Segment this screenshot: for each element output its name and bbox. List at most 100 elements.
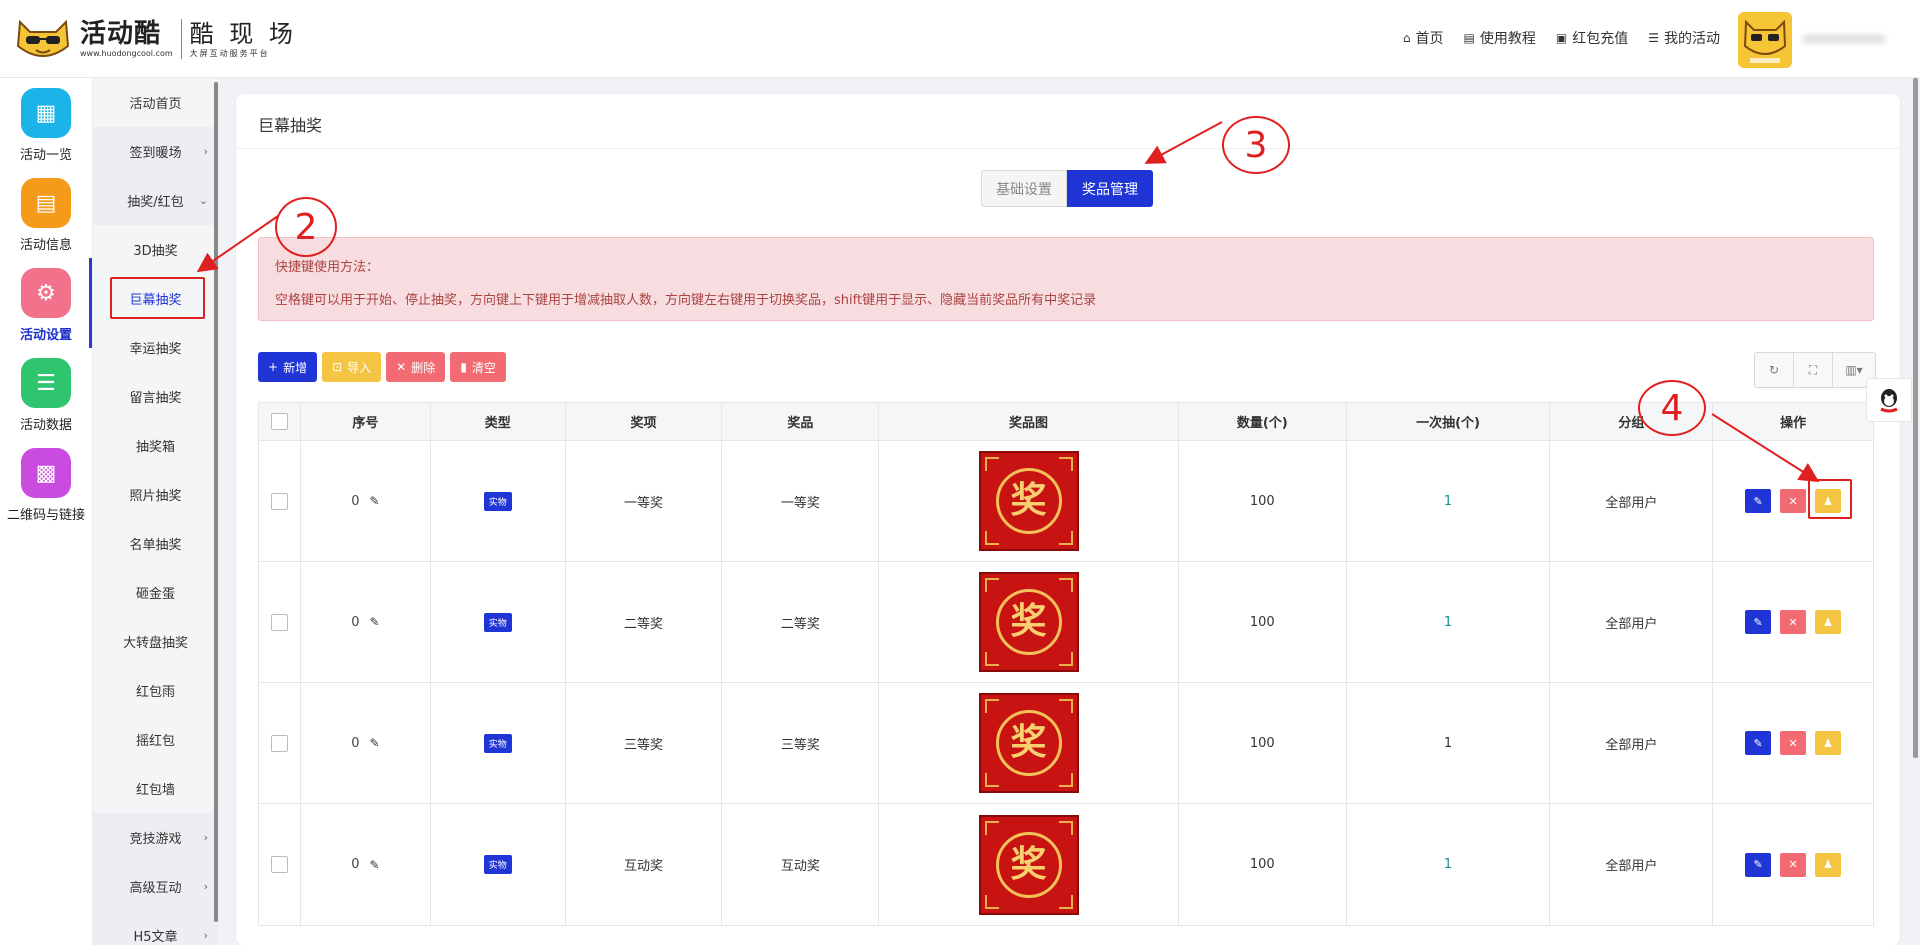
button-label: 导入 — [347, 360, 372, 375]
pencil-icon[interactable]: ✎ — [369, 858, 379, 872]
submenu-item[interactable]: 砸金蛋 — [93, 568, 218, 617]
refresh-icon[interactable]: ↻ — [1754, 352, 1794, 388]
sidebar-label: 二维码与链接 — [6, 508, 85, 523]
submenu-item[interactable]: 留言抽奖 — [93, 372, 218, 421]
submenu-label: 摇红包 — [135, 734, 175, 749]
winners-button[interactable]: ♟ — [1815, 731, 1842, 755]
delete-row-button[interactable]: ✕ — [1780, 731, 1807, 755]
prize-glyph: 奖 — [1010, 480, 1047, 521]
sidebar-item-qrcode[interactable]: ▩ 二维码与链接 — [0, 438, 92, 528]
edit-button[interactable]: ✎ — [1745, 852, 1772, 877]
cell: 实物 — [431, 683, 566, 803]
top-header: 活动酷 www.huodongcool.com 酷 现 场 大屏互动服务平台 ⌂… — [0, 0, 1920, 78]
username-blurred[interactable] — [1802, 34, 1886, 44]
alert-text: 空格键可以用于开始、停止抽奖，方向键上下键用于增减抽取人数，方向键左右键用于切换… — [275, 293, 1097, 308]
submenu-label: H5文章 — [133, 930, 178, 945]
fullscreen-icon[interactable]: ⛶ — [1793, 352, 1833, 388]
edit-button[interactable]: ✎ — [1745, 731, 1772, 755]
submenu-item[interactable]: 活动首页 — [93, 78, 218, 127]
prize-image[interactable]: 奖 — [978, 451, 1079, 551]
submenu-item[interactable]: 3D抽奖 — [93, 225, 218, 274]
row-checkbox[interactable] — [270, 492, 288, 510]
header-cell: 操作 — [1780, 416, 1807, 431]
cell: 奖 — [879, 562, 1179, 682]
seq-value: 0 — [351, 857, 360, 872]
cell: 全部用户 — [1550, 441, 1714, 561]
qq-chat-icon[interactable] — [1866, 378, 1912, 422]
prize-image[interactable]: 奖 — [978, 814, 1079, 915]
cell — [259, 804, 301, 925]
page-scrollbar[interactable] — [1913, 78, 1918, 758]
nav-recharge[interactable]: ▣ 红包充值 — [1556, 28, 1628, 48]
chevron-down-icon: ⌄ — [198, 194, 208, 207]
delete-row-button[interactable]: ✕ — [1780, 489, 1807, 513]
submenu-label: 签到暖场 — [129, 146, 182, 161]
nav-tutorial[interactable]: ▤ 使用教程 — [1464, 28, 1536, 48]
plus-icon: + — [268, 360, 279, 374]
submenu-item[interactable]: 名单抽奖 — [93, 519, 218, 568]
pencil-icon[interactable]: ✎ — [369, 494, 379, 508]
sidebar-item-overview[interactable]: ▦ 活动一览 — [0, 78, 92, 168]
edit-button[interactable]: ✎ — [1745, 610, 1772, 634]
row-checkbox[interactable] — [270, 734, 288, 752]
submenu-item[interactable]: 照片抽奖 — [93, 470, 218, 519]
submenu-scrollbar[interactable] — [214, 82, 218, 922]
delete-row-button[interactable]: ✕ — [1780, 852, 1807, 877]
prize-image[interactable]: 奖 — [978, 693, 1079, 793]
grid-icon: ▦ — [21, 88, 71, 138]
chevron-right-icon: › — [203, 880, 208, 893]
clear-button[interactable]: ▮ 清空 — [450, 352, 506, 382]
chevron-right-icon: › — [203, 929, 208, 942]
cell: 一等奖 — [566, 441, 723, 561]
nav-home[interactable]: ⌂ 首页 — [1403, 28, 1444, 48]
row-checkbox[interactable] — [270, 856, 288, 873]
qrcode-icon: ▩ — [21, 448, 71, 498]
avatar[interactable] — [1738, 12, 1792, 68]
cell — [259, 562, 301, 682]
submenu-item[interactable]: 竞技游戏 › — [93, 813, 218, 862]
sidebar-item-info[interactable]: ▤ 活动信息 — [0, 168, 92, 258]
pencil-icon[interactable]: ✎ — [369, 736, 379, 750]
cell: 1 — [1347, 562, 1551, 682]
submenu-item[interactable]: 高级互动 › — [93, 862, 218, 911]
type-badge: 实物 — [483, 491, 512, 511]
row-checkbox[interactable] — [270, 613, 288, 631]
submenu-item[interactable]: 抽奖/红包 ⌄ — [93, 176, 218, 225]
pencil-icon[interactable]: ✎ — [369, 615, 379, 629]
import-button[interactable]: ⊡ 导入 — [322, 352, 382, 382]
prize-image[interactable]: 奖 — [978, 572, 1079, 672]
button-label: 新增 — [283, 360, 308, 375]
nav-my-activities[interactable]: ☰ 我的活动 — [1648, 28, 1720, 48]
select-all-checkbox[interactable] — [270, 413, 288, 430]
edit-button[interactable]: ✎ — [1745, 489, 1772, 513]
submenu-item[interactable]: 大转盘抽奖 — [93, 617, 218, 666]
submenu-item[interactable]: 抽奖箱 — [93, 421, 218, 470]
tab-prize-management[interactable]: 奖品管理 — [1067, 170, 1153, 207]
table-header: 序号 类型 奖项 奖品 奖品图 数量(个) 一次抽(个) 分组 操作 — [259, 403, 1873, 441]
submenu-label: 留言抽奖 — [129, 391, 182, 406]
delete-row-button[interactable]: ✕ — [1780, 610, 1807, 634]
prize-glyph: 奖 — [1010, 843, 1047, 885]
seq-value: 0 — [351, 493, 360, 509]
delete-button[interactable]: ✕ 删除 — [386, 352, 446, 382]
header-cell: 奖项 — [566, 403, 723, 440]
seq-value: 0 — [351, 614, 360, 630]
sidebar-item-settings[interactable]: ⚙ 活动设置 — [0, 258, 92, 348]
winners-button[interactable]: ♟ — [1815, 610, 1842, 634]
submenu-item[interactable]: 摇红包 — [93, 715, 218, 764]
submenu-item[interactable]: 签到暖场 › — [93, 127, 218, 176]
sidebar-item-data[interactable]: ☰ 活动数据 — [0, 348, 92, 438]
annotation-number: 4 — [1638, 380, 1706, 436]
submenu-item[interactable]: H5文章 › — [93, 911, 218, 945]
winners-button[interactable]: ♟ — [1815, 852, 1842, 877]
cell: 奖 — [879, 683, 1179, 803]
annotation-box-4 — [1808, 479, 1852, 519]
prize-glyph: 奖 — [1010, 722, 1047, 763]
cell: 互动奖 — [566, 804, 723, 925]
submenu-item[interactable]: 幸运抽奖 — [93, 323, 218, 372]
submenu-item[interactable]: 红包墙 — [93, 764, 218, 813]
submenu-item[interactable]: 红包雨 — [93, 666, 218, 715]
logo[interactable]: 活动酷 www.huodongcool.com 酷 现 场 大屏互动服务平台 — [14, 16, 297, 62]
tab-basic-settings[interactable]: 基础设置 — [981, 170, 1067, 207]
add-button[interactable]: + 新增 — [258, 352, 318, 382]
